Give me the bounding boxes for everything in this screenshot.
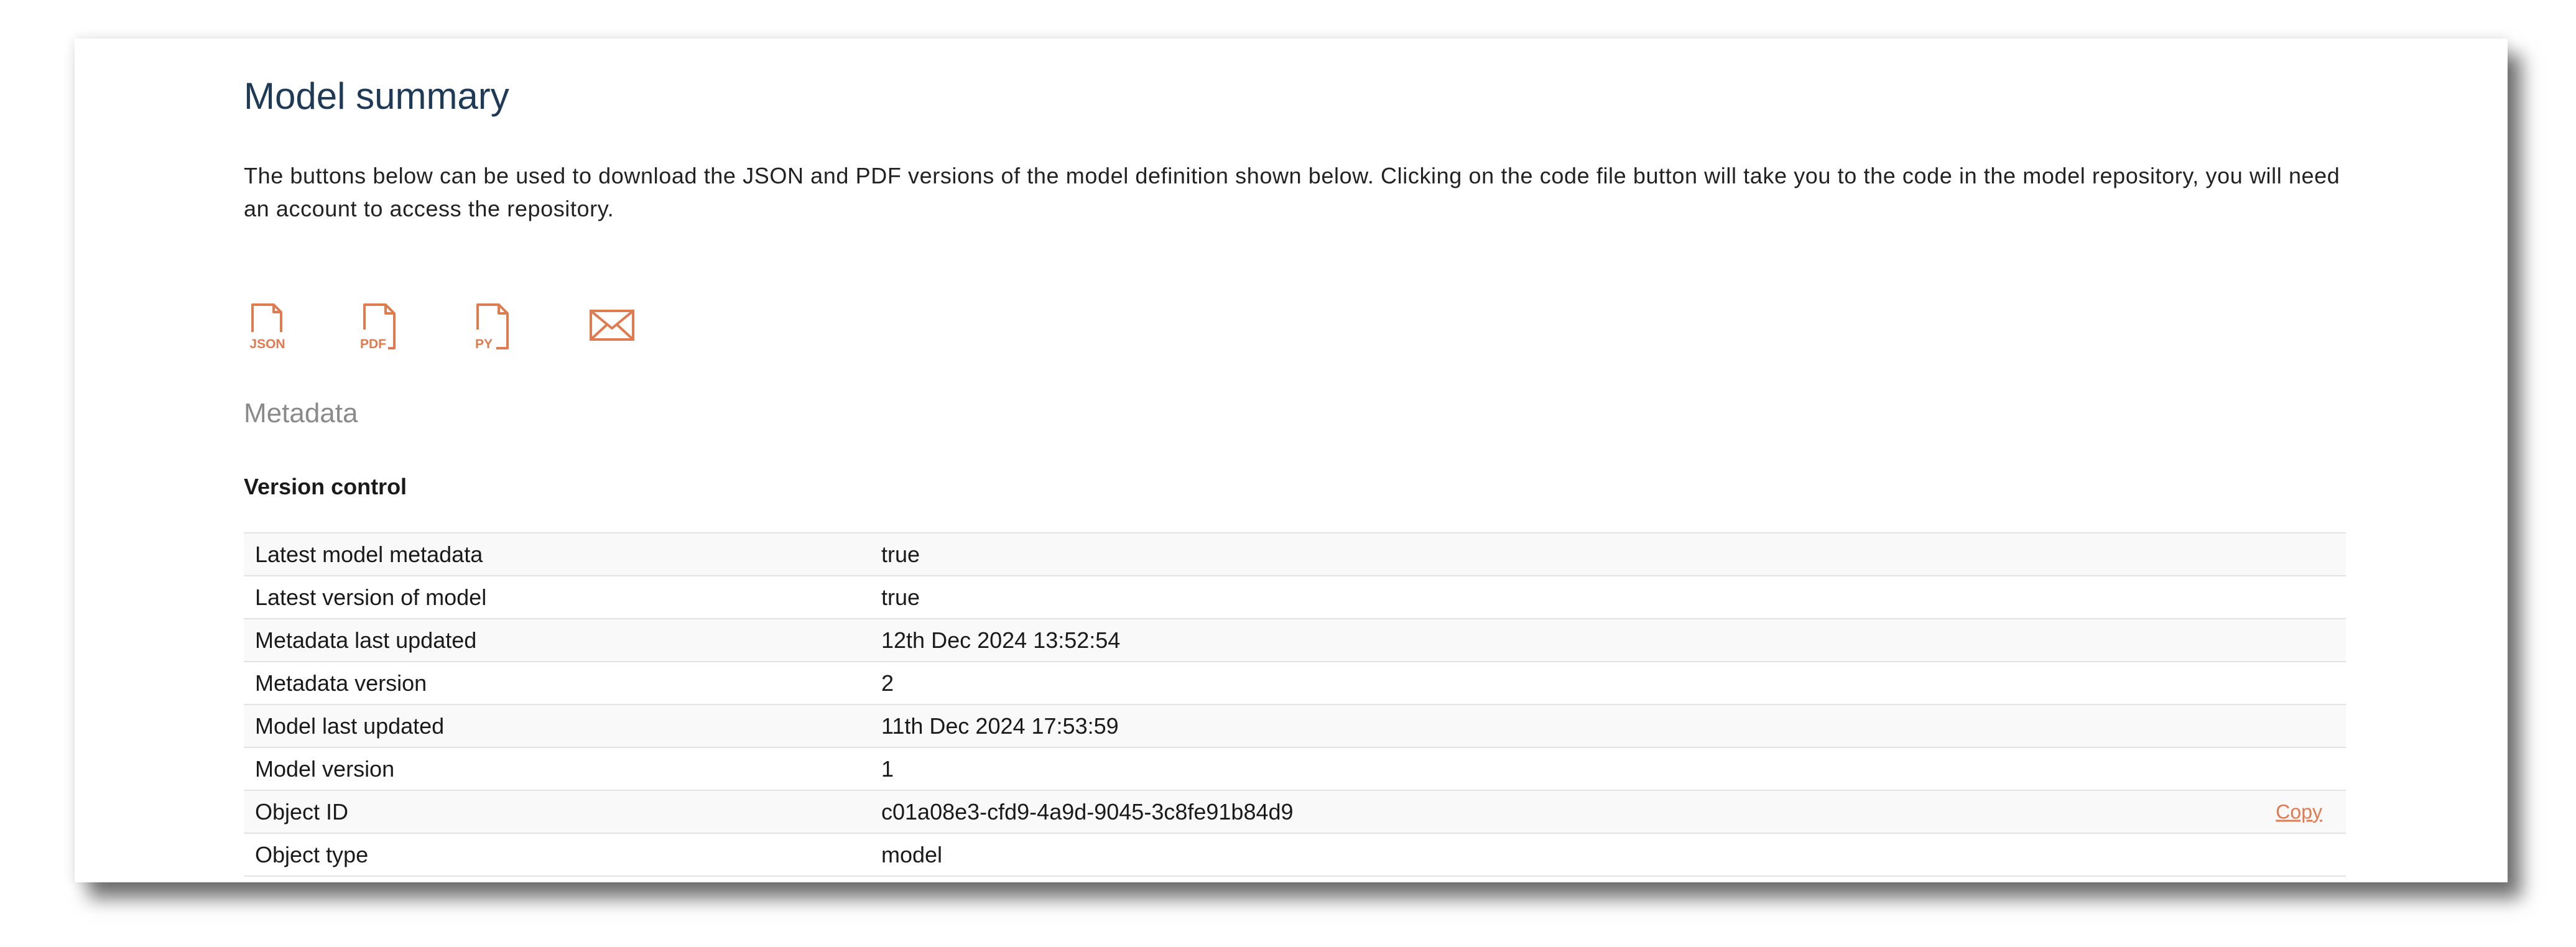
table-row: Object ID c01a08e3-cfd9-4a9d-9045-3c8fe9… <box>244 790 2346 833</box>
download-buttons: JSON PDF PY <box>244 302 679 364</box>
copy-object-id-link[interactable]: Copy <box>2276 800 2322 823</box>
python-file-icon: PY <box>475 303 509 351</box>
row-label: Latest model metadata <box>244 532 870 576</box>
object-id-value: c01a08e3-cfd9-4a9d-9045-3c8fe91b84d9 <box>881 798 1294 825</box>
row-value: 2 <box>870 661 2346 704</box>
email-button[interactable] <box>588 302 638 352</box>
json-icon-label: JSON <box>249 337 285 351</box>
table-row: Model version 1 <box>244 747 2346 790</box>
row-value: model <box>870 833 2346 877</box>
table-row: Metadata last updated 12th Dec 2024 13:5… <box>244 618 2346 662</box>
row-value: 12th Dec 2024 13:52:54 <box>870 618 2346 662</box>
row-label: Metadata last updated <box>244 618 870 662</box>
table-row: Latest version of model true <box>244 575 2346 619</box>
table-row: Object type model <box>244 833 2346 877</box>
download-json-button[interactable]: JSON <box>244 302 294 352</box>
row-label: Metadata version <box>244 661 870 704</box>
version-control-table: Latest model metadata true Latest versio… <box>244 532 2346 877</box>
row-value-cell: c01a08e3-cfd9-4a9d-9045-3c8fe91b84d9 Cop… <box>870 790 2346 833</box>
row-value: 11th Dec 2024 17:53:59 <box>870 704 2346 747</box>
row-value: 1 <box>870 747 2346 790</box>
row-value: true <box>870 575 2346 619</box>
version-control-heading: Version control <box>244 474 407 499</box>
row-label: Object type <box>244 833 870 877</box>
table-row: Model last updated 11th Dec 2024 17:53:5… <box>244 704 2346 747</box>
table-row: Latest model metadata true <box>244 532 2346 576</box>
envelope-icon <box>590 310 634 341</box>
intro-text: The buttons below can be used to downloa… <box>244 163 2340 221</box>
row-label: Model last updated <box>244 704 870 747</box>
py-icon-label: PY <box>475 337 493 351</box>
metadata-heading: Metadata <box>244 398 358 428</box>
row-label: Latest version of model <box>244 575 870 619</box>
open-code-file-button[interactable]: PY <box>469 302 519 352</box>
row-label: Object ID <box>244 790 870 833</box>
json-file-icon: JSON <box>249 303 285 351</box>
object-id-wrap: c01a08e3-cfd9-4a9d-9045-3c8fe91b84d9 Cop… <box>881 799 2346 825</box>
pdf-icon-label: PDF <box>360 337 386 351</box>
model-summary-card: Model summary The buttons below can be u… <box>75 39 2508 882</box>
table-row: Metadata version 2 <box>244 661 2346 704</box>
download-pdf-button[interactable]: PDF <box>356 302 405 352</box>
row-value: true <box>870 532 2346 576</box>
row-label: Model version <box>244 747 870 790</box>
pdf-file-icon: PDF <box>360 303 396 351</box>
page-title: Model summary <box>244 75 509 117</box>
